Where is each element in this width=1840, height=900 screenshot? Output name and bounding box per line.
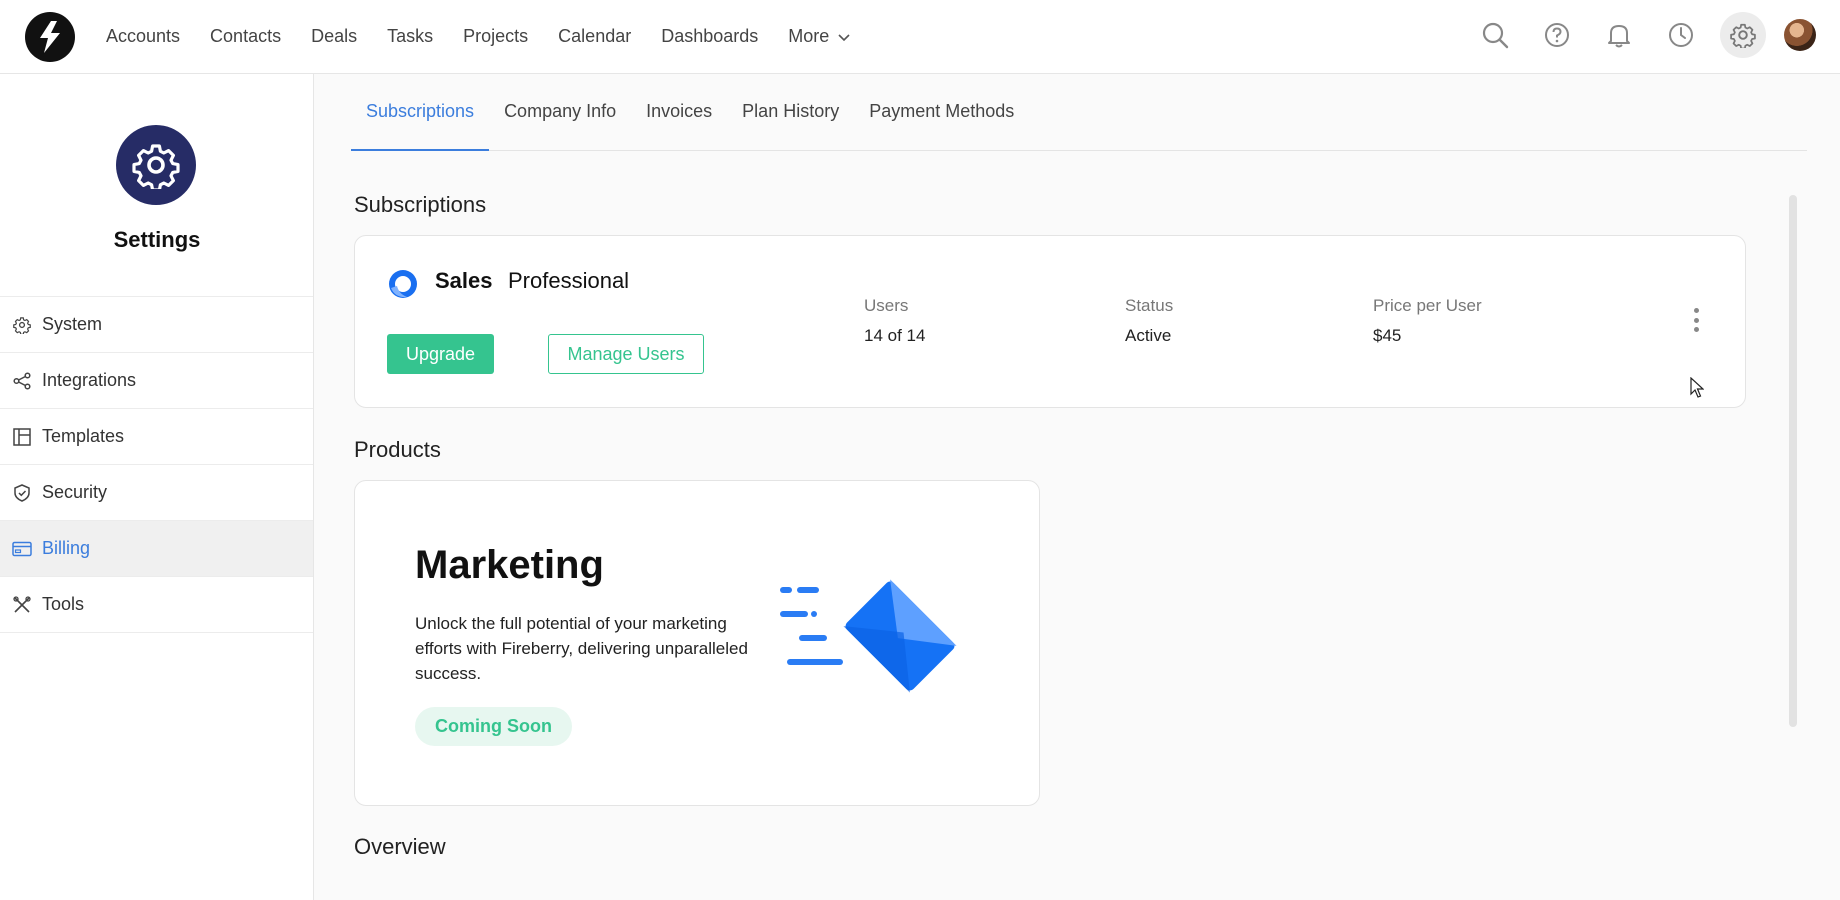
search-icon[interactable] [1472,12,1518,58]
nav-calendar[interactable]: Calendar [558,26,631,47]
top-navigation-bar: Accounts Contacts Deals Tasks Projects C… [0,0,1840,74]
scrollbar[interactable] [1789,195,1797,727]
main-nav: Accounts Contacts Deals Tasks Projects C… [106,26,881,47]
layout-icon [12,427,32,447]
sidebar-item-label: Templates [42,426,125,446]
sidebar-item-label: Security [42,482,108,502]
gear-icon [12,315,32,335]
nav-tasks[interactable]: Tasks [387,26,433,47]
top-icon-group [1456,12,1826,58]
tab-invoices[interactable]: Invoices [631,101,727,150]
sidebar-menu: System Integrations Templates Security B… [0,296,313,633]
tab-company-info[interactable]: Company Info [489,101,631,150]
clock-icon[interactable] [1658,12,1704,58]
sidebar-item-billing[interactable]: Billing [0,521,313,577]
nav-more-label: More [788,26,830,46]
sidebar-item-tools[interactable]: Tools [0,577,313,633]
sidebar-item-system[interactable]: System [0,297,313,353]
nav-deals[interactable]: Deals [311,26,357,47]
billing-tabs: Subscriptions Company Info Invoices Plan… [351,74,1807,151]
users-label: Users [864,296,909,315]
share-icon [12,371,32,391]
subscription-card: Sales Professional Upgrade Manage Users … [354,235,1746,408]
shield-icon [12,483,32,503]
settings-title: Settings [113,227,201,252]
chevron-down-icon [838,33,850,41]
settings-gear-icon [116,125,196,205]
help-icon[interactable] [1534,12,1580,58]
card-icon [12,539,32,559]
plan-name: Professional [508,268,630,293]
users-value: 14 of 14 [864,326,926,345]
tab-plan-history[interactable]: Plan History [727,101,854,150]
more-options-icon[interactable] [1690,308,1702,332]
sidebar-item-label: Billing [42,538,91,558]
envelope-illustration-icon [780,579,957,693]
coming-soon-badge: Coming Soon [415,707,572,746]
avatar[interactable] [1784,19,1816,51]
overview-heading: Overview [354,834,446,859]
nav-accounts[interactable]: Accounts [106,26,180,47]
tab-payment-methods[interactable]: Payment Methods [854,101,1029,150]
marketing-product-card: Marketing Unlock the full potential of y… [354,480,1040,806]
mouse-cursor-icon [1690,377,1704,398]
bell-icon[interactable] [1596,12,1642,58]
sidebar-item-label: Integrations [42,370,137,390]
nav-contacts[interactable]: Contacts [210,26,281,47]
price-label: Price per User [1373,296,1482,315]
nav-more-dropdown[interactable]: More [788,26,851,47]
sidebar-item-label: System [42,314,103,334]
price-value: $45 [1373,326,1402,345]
subscriptions-heading: Subscriptions [354,192,487,217]
gear-icon[interactable] [1720,12,1766,58]
sidebar-item-templates[interactable]: Templates [0,409,313,465]
sidebar-item-integrations[interactable]: Integrations [0,353,313,409]
main-content: Subscriptions Company Info Invoices Plan… [315,74,1840,900]
sales-product-icon [389,270,417,298]
sidebar-item-label: Tools [42,594,85,614]
nav-projects[interactable]: Projects [463,26,528,47]
status-value: Active [1125,326,1172,345]
tools-icon [12,595,32,615]
product-name: Sales [435,268,493,293]
app-logo[interactable] [25,11,75,62]
settings-sidebar: Settings System Integrations Templates S… [0,74,314,900]
marketing-title: Marketing [415,543,604,587]
marketing-description: Unlock the full potential of your market… [415,614,748,683]
status-label: Status [1125,296,1174,315]
sidebar-item-security[interactable]: Security [0,465,313,521]
products-heading: Products [354,437,441,462]
manage-users-button[interactable]: Manage Users [548,334,704,374]
nav-dashboards[interactable]: Dashboards [661,26,758,47]
upgrade-button[interactable]: Upgrade [387,334,494,374]
tab-subscriptions[interactable]: Subscriptions [351,101,490,151]
